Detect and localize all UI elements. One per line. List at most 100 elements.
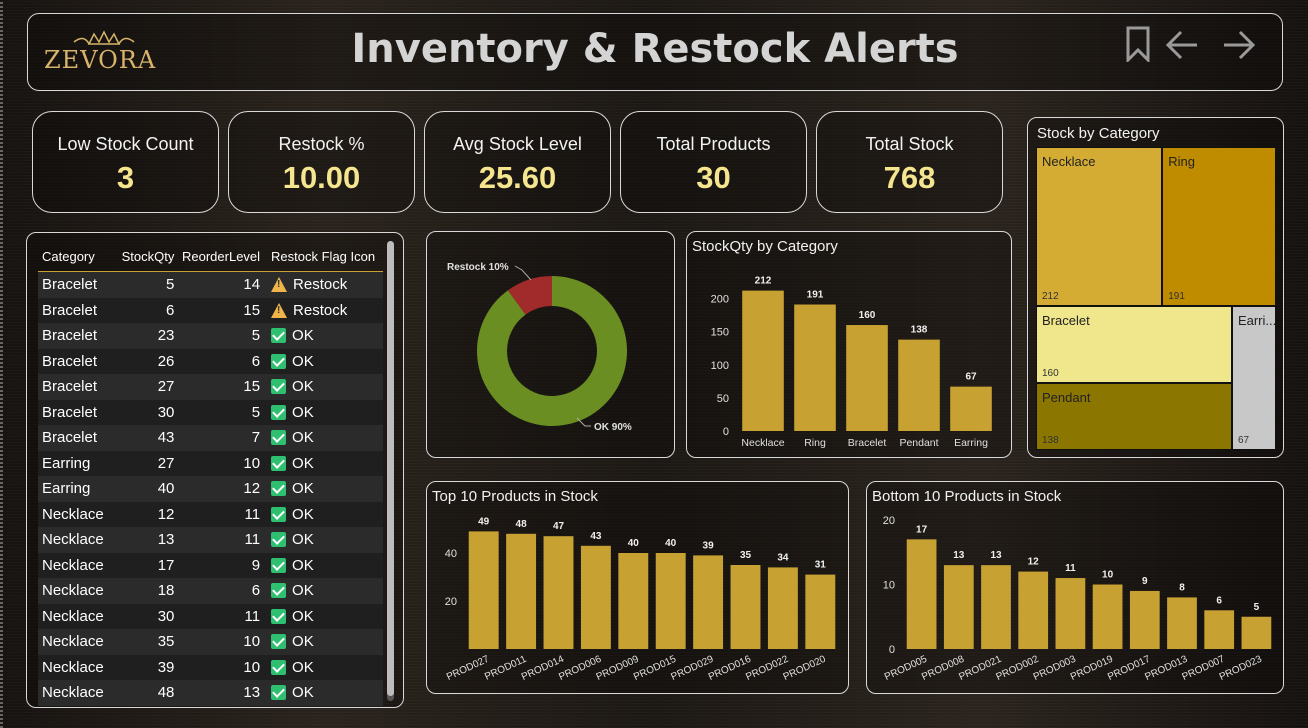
cell-restock-flag: OK — [260, 327, 383, 344]
x-tick-label: PROD027 — [445, 654, 491, 683]
bar[interactable] — [730, 565, 761, 649]
data-label: 17 — [916, 524, 928, 535]
restock-flag-text: OK — [292, 582, 314, 600]
bar[interactable] — [805, 574, 836, 649]
table-row[interactable]: Bracelet 6 15 Restock — [38, 297, 383, 323]
kpi-label: Restock % — [278, 134, 365, 154]
bar[interactable] — [1129, 590, 1160, 649]
bar[interactable] — [655, 553, 686, 649]
stock-by-category-panel: Stock by Category Necklace 212 Ring 191 Brac… — [1027, 117, 1284, 458]
donut-slice[interactable] — [477, 276, 627, 426]
bar[interactable] — [742, 290, 784, 431]
bar[interactable] — [1018, 571, 1049, 649]
bar[interactable] — [1241, 616, 1272, 649]
bar[interactable] — [1092, 584, 1123, 650]
y-tick-label: 20 — [883, 515, 895, 527]
data-label: 191 — [807, 290, 824, 301]
bar[interactable] — [898, 339, 940, 431]
arrow-left-icon[interactable] — [1165, 28, 1201, 62]
restock-flag-text: OK — [292, 633, 314, 651]
bar[interactable] — [794, 304, 836, 431]
table-row[interactable]: Bracelet 30 5 OK — [38, 399, 383, 425]
table-row[interactable]: Earring 27 10 OK — [38, 450, 383, 476]
bookmark-icon[interactable] — [1124, 26, 1152, 62]
cell-stockqty: 30 — [157, 403, 175, 421]
y-tick-label: 200 — [711, 294, 729, 306]
scrollbar-thumb[interactable] — [387, 241, 394, 696]
treemap-tile[interactable]: Earri... 67 — [1231, 305, 1276, 450]
header-category[interactable]: Category — [38, 249, 112, 264]
bar[interactable] — [906, 539, 937, 649]
table-row[interactable]: Bracelet 5 14 Restock — [38, 272, 383, 298]
cell-reorderlevel: 6 — [251, 582, 261, 600]
cell-reorderlevel: 11 — [244, 531, 261, 549]
table-row[interactable]: Bracelet 27 15 OK — [38, 374, 383, 400]
data-label: 34 — [777, 552, 789, 563]
cell-category: Necklace — [42, 505, 104, 523]
warning-icon — [271, 277, 288, 293]
table-row[interactable]: Necklace 48 13 OK — [38, 680, 383, 706]
header-reorderlevel[interactable]: ReorderLevel — [174, 249, 260, 264]
arrow-right-icon[interactable] — [1220, 28, 1256, 62]
table-row[interactable]: Necklace 17 9 OK — [38, 552, 383, 578]
treemap-tile-label: Earri... — [1237, 312, 1276, 328]
cell-restock-flag: Restock — [260, 302, 383, 319]
check-icon — [271, 532, 287, 548]
table-row[interactable]: Necklace 39 10 OK — [38, 654, 383, 680]
bar[interactable] — [580, 545, 611, 649]
bar[interactable] — [767, 567, 798, 649]
check-icon — [271, 634, 287, 650]
warning-icon — [271, 302, 288, 318]
bar[interactable] — [1055, 578, 1086, 649]
table-row[interactable]: Bracelet 23 5 OK — [38, 323, 383, 349]
table-row[interactable]: Bracelet 26 6 OK — [38, 348, 383, 374]
treemap-tile[interactable]: Bracelet 160 — [1036, 305, 1232, 384]
kpi-restock-percent: Restock % 10.00 — [228, 111, 415, 213]
treemap-tile[interactable]: Pendant 138 — [1036, 383, 1232, 450]
bar[interactable] — [506, 533, 537, 649]
bar[interactable] — [543, 536, 574, 649]
header-restock-flag[interactable]: Restock Flag Icon — [260, 249, 383, 264]
table-row[interactable]: Necklace 12 11 OK — [38, 501, 383, 527]
cell-stockqty: 12 — [157, 505, 175, 523]
restock-flag-text: OK — [292, 454, 314, 472]
table-row[interactable]: Necklace 30 11 OK — [38, 603, 383, 629]
bar[interactable] — [468, 531, 499, 649]
cell-reorderlevel: 7 — [251, 429, 261, 447]
table-scrollbar[interactable] — [387, 241, 394, 701]
cell-stockqty: 5 — [166, 276, 175, 294]
bar[interactable] — [846, 325, 888, 431]
cell-stockqty: 40 — [157, 480, 175, 498]
data-label: 13 — [990, 550, 1002, 561]
x-tick-label: Bracelet — [848, 437, 887, 449]
bar[interactable] — [618, 553, 649, 649]
kpi-avg-stock-level: Avg Stock Level 25.60 — [424, 111, 611, 213]
table-row[interactable]: Necklace 13 11 OK — [38, 527, 383, 553]
bar[interactable] — [981, 565, 1011, 649]
top-10-products-panel: Top 10 Products in Stock 20 40 49 PROD027 48… — [426, 481, 849, 694]
table-row[interactable]: Necklace 18 6 OK — [38, 578, 383, 604]
header-stockqty[interactable]: StockQty — [112, 249, 175, 264]
x-tick-label: Necklace — [741, 437, 784, 449]
top-10-bar-chart: 204049PROD02748PROD01147PROD01443PROD006… — [445, 516, 836, 683]
data-label: 40 — [665, 538, 677, 549]
chart-title: StockQty by Category — [692, 238, 838, 255]
restock-flag-text: OK — [292, 505, 314, 523]
data-label: 10 — [1102, 570, 1114, 581]
x-tick-label: Ring — [804, 437, 826, 449]
table-row[interactable]: Earring 40 12 OK — [38, 476, 383, 502]
bar[interactable] — [943, 565, 974, 649]
header-bar: ZEVORA Inventory & Restock Alerts — [27, 13, 1283, 91]
bar[interactable] — [1204, 610, 1235, 649]
table-row[interactable]: Necklace 35 10 OK — [38, 629, 383, 655]
restock-donut-panel: Restock 10% OK 90% — [426, 231, 675, 458]
restock-flag-text: OK — [292, 429, 314, 447]
table-row[interactable]: Bracelet 43 7 OK — [38, 425, 383, 451]
treemap-tile[interactable]: Necklace 212 — [1036, 147, 1163, 306]
restock-flag-text: OK — [292, 531, 314, 549]
bar[interactable] — [950, 386, 992, 431]
bar[interactable] — [1167, 597, 1197, 649]
restock-flag-text: Restock — [293, 276, 348, 294]
bar[interactable] — [693, 555, 724, 649]
treemap-tile[interactable]: Ring 191 — [1162, 147, 1276, 306]
